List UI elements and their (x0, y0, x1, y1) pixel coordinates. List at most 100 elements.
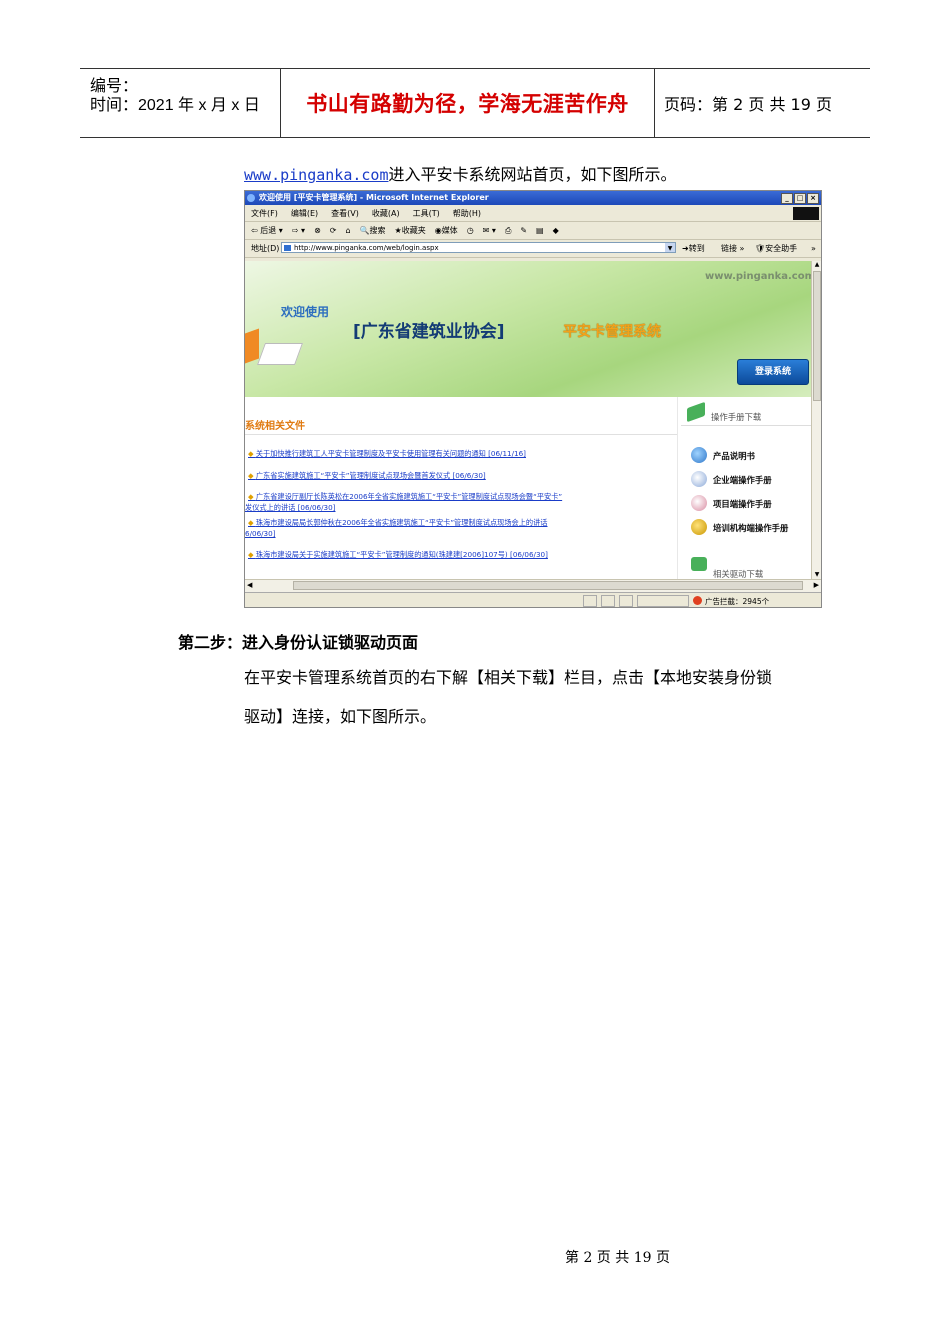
news-item-text: 珠海市建设局关于实施建筑施工“平安卡”管理制度的通知(珠建建[2006]107号… (255, 550, 548, 559)
stop-icon[interactable]: ⊗ (314, 226, 321, 235)
product-doc-icon (691, 447, 707, 463)
manual-item[interactable]: 产品说明书 (713, 450, 755, 462)
vertical-scrollbar[interactable]: ▲ ▼ (811, 261, 821, 579)
menu-file[interactable]: 文件(F) (251, 208, 278, 219)
back-button[interactable]: ⇦ 后退 ▾ (251, 225, 283, 236)
manual-item[interactable]: 培训机构端操作手册 (713, 522, 788, 534)
manual-book-icon (687, 401, 705, 423)
browser-screenshot: 欢迎使用 [平安卡管理系统] - Microsoft Internet Expl… (244, 190, 822, 608)
media-label: 媒体 (441, 226, 458, 235)
header-meta-cell: 编号： 时间：2021 年 x 月 x 日 (80, 69, 281, 137)
news-item[interactable]: ◆ 珠海市建设局关于实施建筑施工“平安卡”管理制度的通知(珠建建[2006]10… (248, 550, 548, 560)
manual-download-header: 操作手册下载 (681, 401, 811, 425)
site-domain: www.pinganka.com (705, 271, 811, 282)
edit-icon[interactable]: ✎ (520, 226, 527, 235)
discuss-icon[interactable]: ▤ (536, 226, 544, 235)
popup-blocker-icon (693, 596, 702, 605)
menu-edit[interactable]: 编辑(E) (291, 208, 318, 219)
welcome-text: 欢迎使用 (281, 305, 330, 319)
manual-item[interactable]: 企业端操作手册 (713, 474, 772, 486)
horizontal-scrollbar[interactable]: ◀ ▶ (245, 579, 821, 592)
close-icon[interactable]: × (807, 193, 819, 204)
go-button[interactable]: ➜转到 (682, 243, 705, 254)
document-header: 编号： 时间：2021 年 x 月 x 日 书山有路勤为径，学海无涯苦作舟 页码… (80, 68, 870, 138)
news-item-continued[interactable]: 6/06/30] (245, 529, 276, 539)
docs-panel: 系统相关文件 ◆ 关于加快推行建筑工人平安卡管理制度及平安卡使用管理有关问题的通… (245, 397, 678, 579)
assistant-label: 安全助手 (765, 244, 798, 253)
menu-help[interactable]: 帮助(H) (453, 208, 481, 219)
site-link[interactable]: www.pinganka.com (244, 166, 389, 184)
docs-divider (245, 434, 677, 435)
news-item[interactable]: ◆ 关于加快推行建筑工人平安卡管理制度及平安卡使用管理有关问题的通知 [06/1… (248, 449, 526, 459)
history-icon[interactable]: ◷ (467, 226, 474, 235)
browser-title: 欢迎使用 [平安卡管理系统] - Microsoft Internet Expl… (259, 193, 489, 202)
news-item-text: 广东省实施建筑施工“平安卡”管理制度试点现场会暨首发仪式 [06/6/30] (255, 471, 486, 480)
manual-divider (681, 425, 811, 426)
search-button[interactable]: 🔍搜索 (360, 225, 386, 236)
popup-blocker-status: 广告拦截：2945个 (705, 597, 770, 606)
page-info: 页码：第 2 页 共 19 页 (664, 95, 832, 114)
page-icon (284, 245, 291, 251)
home-icon[interactable]: ⌂ (345, 226, 350, 235)
chevron-more-icon[interactable]: » (811, 244, 816, 253)
org-name: [广东省建筑业协会] (353, 322, 505, 342)
address-dropdown-icon[interactable]: ▼ (665, 243, 675, 252)
site-banner: www.pinganka.com 欢迎使用 [广东省建筑业协会] 平安卡管理系统… (245, 261, 811, 397)
address-bar: 地址(D) http://www.pinganka.com/web/login.… (245, 240, 821, 258)
menu-favorites[interactable]: 收藏(A) (372, 208, 400, 219)
cd-icon (691, 471, 707, 487)
assistant-button[interactable]: 🛡安全助手 (755, 243, 797, 254)
news-item[interactable]: ◆ 珠海市建设局局长郭仲秋在2006年全省实施建筑施工“平安卡”管理制度试点现场… (248, 518, 548, 528)
training-icon (691, 519, 707, 535)
news-item-text: 珠海市建设局局长郭仲秋在2006年全省实施建筑施工“平安卡”管理制度试点现场会上… (255, 518, 548, 527)
time-label: 时间：2021 年 x 月 x 日 (90, 97, 260, 114)
news-item-text: 发仪式上的讲话 [06/06/30] (245, 503, 336, 512)
manual-heading: 操作手册下载 (711, 412, 762, 422)
mail-icon[interactable]: ✉ ▾ (483, 226, 496, 235)
web-page: www.pinganka.com 欢迎使用 [广东省建筑业协会] 平安卡管理系统… (245, 261, 811, 579)
news-item[interactable]: ◆ 广东省实施建筑施工“平安卡”管理制度试点现场会暨首发仪式 [06/6/30] (248, 471, 486, 481)
media-button[interactable]: ◉媒体 (435, 225, 458, 236)
news-item-text: 广东省建设厅副厅长陈英松在2006年全省实施建筑施工“平安卡”管理制度试点现场会… (255, 492, 563, 501)
step2-line1: 在平安卡管理系统首页的右下解【相关下载】栏目，点击【本地安装身份锁 (244, 668, 773, 687)
intro-text: 进入平安卡系统网站首页，如下图所示。 (388, 165, 677, 184)
motto: 书山有路勤为径，学海无涯苦作舟 (306, 92, 629, 116)
login-label: 登录系统 (754, 367, 791, 377)
favorites-button[interactable]: ★收藏夹 (395, 225, 426, 236)
driver-icon (691, 557, 707, 571)
menu-view[interactable]: 查看(V) (331, 208, 359, 219)
address-label: 地址(D) (251, 244, 280, 253)
manual-item[interactable]: 项目端操作手册 (713, 498, 772, 510)
ie-icon (247, 194, 255, 202)
minimize-icon[interactable]: _ (781, 193, 793, 204)
links-label: 链接 (721, 244, 737, 253)
step2-line2: 驱动】连接，如下图所示。 (244, 707, 437, 726)
favorites-label: 收藏夹 (401, 226, 426, 235)
browser-titlebar: 欢迎使用 [平安卡管理系统] - Microsoft Internet Expl… (245, 191, 821, 205)
news-item-text: 关于加快推行建筑工人平安卡管理制度及平安卡使用管理有关问题的通知 [06/11/… (255, 449, 526, 458)
links-button[interactable]: 链接 » (721, 243, 744, 254)
status-bar: 广告拦截：2945个 (245, 592, 821, 607)
menu-tools[interactable]: 工具(T) (413, 208, 440, 219)
h-scroll-thumb[interactable] (293, 581, 803, 590)
toolbar: ⇦ 后退 ▾ ⇨ ▾ ⊗ ⟳ ⌂ 🔍搜索 ★收藏夹 ◉媒体 ◷ ✉ ▾ ⎙ ✎ … (245, 222, 821, 240)
print-icon[interactable]: ⎙ (505, 226, 511, 236)
messenger-icon[interactable]: ◆ (553, 226, 559, 235)
address-input[interactable]: http://www.pinganka.com/web/login.aspx ▼ (281, 242, 676, 253)
forward-button[interactable]: ⇨ ▾ (292, 226, 305, 235)
news-item-text: 6/06/30] (245, 529, 276, 538)
window-controls: _ □ × (781, 193, 819, 204)
windows-logo-icon (793, 207, 819, 220)
refresh-icon[interactable]: ⟳ (330, 226, 337, 235)
header-page-cell: 页码：第 2 页 共 19 页 (655, 69, 870, 137)
docs-heading-text: 系统相关文件 (245, 421, 305, 432)
step2-heading: 第二步：进入身份认证锁驱动页面 (178, 633, 419, 652)
scroll-thumb[interactable] (813, 271, 821, 401)
maximize-icon[interactable]: □ (794, 193, 806, 204)
driver-heading: 相关驱动下载 (713, 569, 764, 579)
docs-heading: 系统相关文件 (245, 417, 305, 432)
news-item-continued[interactable]: 发仪式上的讲话 [06/06/30] (245, 503, 336, 513)
search-label: 搜索 (369, 226, 386, 235)
news-item[interactable]: ◆ 广东省建设厅副厅长陈英松在2006年全省实施建筑施工“平安卡”管理制度试点现… (248, 492, 562, 502)
login-button[interactable]: 登录系统 (737, 359, 809, 385)
